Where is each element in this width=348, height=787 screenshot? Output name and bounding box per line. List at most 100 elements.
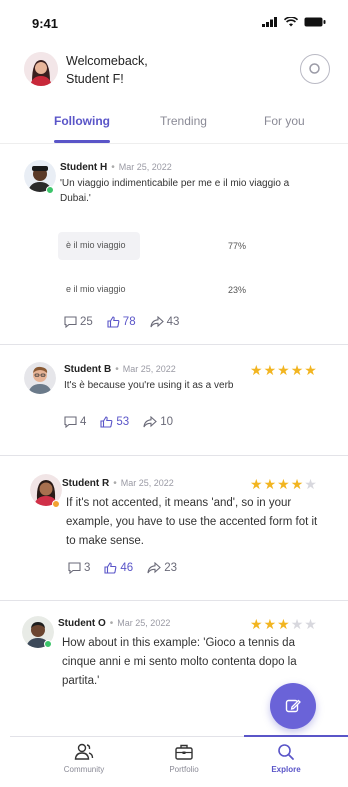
post-divider xyxy=(0,600,348,601)
comment-count: 3 xyxy=(84,562,91,574)
share-count: 10 xyxy=(160,416,173,428)
explore-icon xyxy=(246,741,326,763)
thumbs-up-icon xyxy=(100,416,113,428)
poll-option-label: e il mio viaggio xyxy=(66,284,126,294)
share-count: 43 xyxy=(166,316,180,328)
battery-icon xyxy=(304,17,326,27)
post-meta: Student B • Mar 25, 2022 xyxy=(64,364,176,375)
tab-trending[interactable]: Trending xyxy=(160,114,207,128)
away-status-dot xyxy=(52,500,60,508)
post-text: If it's not accented, it means 'and', so… xyxy=(66,497,318,547)
post-card[interactable]: Student R • Mar 25, 2022 ★★★★★ If it's not… xyxy=(0,464,348,594)
star-icon: ★ xyxy=(263,616,278,632)
post-card[interactable]: Student B • Mar 25, 2022 ★★★★★ It's è beca… xyxy=(0,352,348,446)
star-icon: ★ xyxy=(290,476,305,492)
thumbs-up-icon xyxy=(104,562,117,574)
share-button[interactable]: 23 xyxy=(147,562,177,574)
like-count: 53 xyxy=(116,416,130,428)
share-icon xyxy=(150,316,164,328)
star-icon: ★ xyxy=(250,476,264,492)
poll-option-percent: 23% xyxy=(228,285,247,295)
star-icon: ★ xyxy=(263,476,278,492)
post-date: Mar 25, 2022 xyxy=(122,364,176,374)
nav-portfolio[interactable]: Portfolio xyxy=(144,741,224,774)
star-icon: ★ xyxy=(277,616,291,632)
status-time: 9:41 xyxy=(32,16,59,31)
status-icons xyxy=(262,17,326,27)
post-author-name[interactable]: Student B xyxy=(64,364,111,375)
like-button[interactable]: 46 xyxy=(104,562,133,574)
search-icon xyxy=(309,63,320,74)
comment-button[interactable]: 3 xyxy=(68,562,90,574)
user-avatar[interactable] xyxy=(24,52,58,86)
post-author-name[interactable]: Student O xyxy=(58,618,106,629)
poll-option-percent: 77% xyxy=(228,241,247,251)
comment-button[interactable]: 25 xyxy=(64,316,93,328)
comment-count: 25 xyxy=(80,316,93,328)
share-button[interactable]: 43 xyxy=(150,316,180,328)
poll-option[interactable]: è il mio viaggio xyxy=(58,232,164,260)
comment-button[interactable]: 4 xyxy=(64,416,86,428)
poll-option[interactable]: e il mio viaggio xyxy=(58,276,164,304)
comment-icon xyxy=(64,316,77,328)
nav-community[interactable]: Community xyxy=(44,741,124,774)
nav-explore[interactable]: Explore xyxy=(246,741,326,774)
post-date: Mar 25, 2022 xyxy=(118,162,172,172)
comment-icon xyxy=(68,562,81,574)
post-actions: 3 46 23 xyxy=(68,562,191,574)
post-divider xyxy=(0,344,348,345)
post-text: 'Un viaggio indimenticabile per me e il … xyxy=(60,178,290,204)
star-icon: ★ xyxy=(304,616,318,632)
share-icon xyxy=(147,562,162,574)
online-status-dot xyxy=(44,640,52,648)
post-card[interactable]: Student H • Mar 25, 2022 'Un viaggio indim… xyxy=(0,156,348,336)
compose-button[interactable] xyxy=(270,683,316,729)
like-count: 78 xyxy=(122,316,136,328)
thumbs-up-icon xyxy=(107,316,120,328)
star-icon: ★ xyxy=(277,476,291,492)
feed-tabs: Following Trending For you xyxy=(0,108,348,144)
greeting: Welcomeback, Student F! xyxy=(66,52,148,88)
post-author-avatar[interactable] xyxy=(24,362,56,394)
rating-stars: ★★★★★ xyxy=(250,476,318,493)
post-date: Mar 25, 2022 xyxy=(120,478,174,488)
active-nav-indicator xyxy=(244,735,348,737)
search-button[interactable] xyxy=(300,54,330,84)
edit-icon xyxy=(285,699,301,713)
post-meta: Student O • Mar 25, 2022 xyxy=(58,618,171,629)
share-icon xyxy=(143,416,158,428)
greeting-line-1: Welcomeback, xyxy=(66,54,148,68)
rating-stars: ★★★★★ xyxy=(250,616,318,633)
nav-label: Explore xyxy=(271,765,301,774)
portfolio-icon xyxy=(144,741,224,763)
online-status-dot xyxy=(46,186,54,194)
post-text: How about in this example: 'Gioco a tenn… xyxy=(62,637,297,687)
like-button[interactable]: 78 xyxy=(107,316,136,328)
status-bar: 9:41 xyxy=(0,0,348,42)
share-count: 23 xyxy=(164,562,177,574)
comment-count: 4 xyxy=(80,416,87,428)
nav-label: Portfolio xyxy=(169,765,199,774)
like-count: 46 xyxy=(120,562,134,574)
like-button[interactable]: 53 xyxy=(100,416,129,428)
tab-following[interactable]: Following xyxy=(54,114,110,128)
post-author-name[interactable]: Student R xyxy=(62,478,109,489)
community-icon xyxy=(44,741,124,763)
post-meta: Student R • Mar 25, 2022 xyxy=(62,478,174,489)
cellular-signal-icon xyxy=(262,17,277,27)
share-button[interactable]: 10 xyxy=(143,416,173,428)
star-icon: ★ xyxy=(250,616,264,632)
poll-option-label: è il mio viaggio xyxy=(66,240,126,250)
post-text: It's è because you're using it as a verb xyxy=(64,380,234,391)
post-meta: Student H • Mar 25, 2022 xyxy=(60,162,172,173)
bottom-nav: Community Portfolio Explore xyxy=(10,735,348,782)
post-divider xyxy=(0,455,348,456)
post-author-name[interactable]: Student H xyxy=(60,162,107,173)
header: Welcomeback, Student F! xyxy=(24,50,330,92)
comment-icon xyxy=(64,416,77,428)
nav-label: Community xyxy=(63,765,105,774)
post-actions: 25 78 43 xyxy=(64,316,193,328)
post-actions: 4 53 10 xyxy=(64,416,187,428)
post-date: Mar 25, 2022 xyxy=(117,618,171,628)
tab-for-you[interactable]: For you xyxy=(264,114,305,128)
